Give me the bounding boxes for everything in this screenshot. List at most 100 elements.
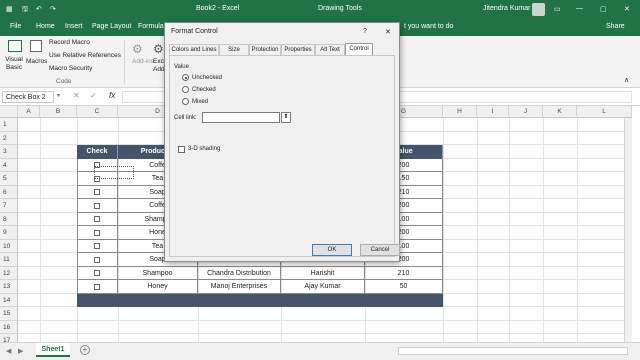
row-header[interactable]: 13 [0, 280, 18, 294]
tab-properties[interactable]: Properties [281, 44, 315, 55]
vertical-scrollbar[interactable] [624, 118, 632, 342]
shading-label[interactable]: 3-D shading [188, 146, 220, 152]
row-header[interactable]: 15 [0, 307, 18, 321]
tab-protection[interactable]: Protection [249, 44, 281, 55]
cancel-button[interactable]: Cancel [360, 244, 400, 256]
restore-icon[interactable]: ▢ [600, 5, 607, 13]
tab-size[interactable]: Size [219, 44, 249, 55]
cell-link-input[interactable] [202, 112, 280, 123]
visual-basic-button[interactable]: Visual Basic [4, 56, 24, 72]
table-cell[interactable]: 210 [365, 266, 443, 280]
row-checkbox[interactable] [94, 202, 100, 209]
tab-control[interactable]: Control [345, 43, 373, 55]
row-header[interactable]: 14 [0, 293, 18, 307]
insert-function-icon[interactable]: fx [109, 91, 115, 100]
ok-button[interactable]: OK [312, 244, 352, 256]
tab-formulas[interactable]: Formulas [138, 23, 167, 30]
undo-icon[interactable]: ↶ [36, 5, 42, 13]
row-header[interactable]: 17 [0, 334, 18, 342]
addins-button[interactable]: Add-ins [132, 58, 154, 65]
row-header[interactable]: 7 [0, 199, 18, 213]
help-icon[interactable]: ? [363, 28, 367, 35]
next-sheet-icon[interactable]: ▶ [18, 347, 23, 355]
prev-sheet-icon[interactable]: ◀ [6, 347, 11, 355]
save-icon[interactable]: 🖫 [22, 5, 28, 16]
cancel-entry-icon[interactable]: ✕ [73, 91, 80, 100]
select-all-corner[interactable] [0, 106, 18, 118]
row-header[interactable]: 5 [0, 172, 18, 186]
column-header[interactable]: B [40, 106, 77, 118]
mixed-label[interactable]: Mixed [192, 99, 208, 105]
horizontal-scrollbar[interactable] [398, 347, 628, 355]
tab-page-layout[interactable]: Page Layout [92, 23, 131, 30]
ribbon-options-icon[interactable]: ▭ [554, 5, 561, 13]
column-header[interactable]: H [443, 106, 477, 118]
relative-references-button[interactable]: Use Relative References [49, 52, 121, 59]
tab-insert[interactable]: Insert [65, 23, 83, 30]
table-cell[interactable]: Shampoo [118, 266, 198, 280]
new-sheet-icon[interactable]: + [80, 345, 90, 355]
tab-colors-and-lines[interactable]: Colors and Lines [169, 44, 219, 55]
row-header[interactable]: 9 [0, 226, 18, 240]
row-checkbox[interactable] [94, 256, 100, 263]
tab-file[interactable]: File [10, 23, 21, 30]
table-header[interactable]: Check [77, 145, 118, 159]
avatar[interactable] [532, 3, 545, 16]
row-header[interactable]: 6 [0, 185, 18, 199]
table-cell[interactable]: Chandra Distribution [198, 266, 281, 280]
column-header[interactable]: C [77, 106, 118, 118]
column-header[interactable]: L [577, 106, 632, 118]
shading-checkbox[interactable] [178, 146, 185, 153]
row-header[interactable]: 8 [0, 212, 18, 226]
excel-addins-button[interactable]: Exc [153, 58, 164, 65]
confirm-entry-icon[interactable]: ✓ [90, 91, 97, 100]
column-header[interactable]: K [543, 106, 577, 118]
collapse-ribbon-icon[interactable]: ∧ [624, 76, 629, 84]
row-checkbox[interactable] [94, 229, 100, 236]
row-header[interactable]: 10 [0, 239, 18, 253]
row-header[interactable]: 11 [0, 253, 18, 267]
column-header[interactable]: J [509, 106, 543, 118]
row-checkbox[interactable] [94, 270, 100, 276]
table-cell[interactable]: Ajay Kumar [281, 280, 365, 294]
redo-icon[interactable]: ↷ [50, 5, 56, 13]
name-box[interactable]: Check Box 2 [2, 91, 54, 103]
column-header[interactable]: I [477, 106, 509, 118]
unchecked-label[interactable]: Unchecked [192, 75, 222, 81]
row-header[interactable]: 3 [0, 145, 18, 159]
checked-radio[interactable] [182, 86, 189, 93]
row-checkbox[interactable] [94, 189, 100, 195]
row-checkbox[interactable] [94, 243, 100, 249]
mixed-radio[interactable] [182, 98, 189, 105]
dialog-close-icon[interactable]: ✕ [385, 28, 391, 36]
column-header[interactable]: A [18, 106, 40, 118]
minimize-icon[interactable]: — [576, 5, 583, 12]
row-header[interactable]: 4 [0, 158, 18, 172]
table-cell[interactable]: Honey [118, 280, 198, 294]
table-cell[interactable]: 50 [365, 280, 443, 294]
macro-security-button[interactable]: Macro Security [49, 65, 92, 72]
row-header[interactable]: 1 [0, 118, 18, 132]
row-header[interactable]: 2 [0, 131, 18, 145]
share-button[interactable]: Share [606, 23, 625, 30]
row-header[interactable]: 16 [0, 320, 18, 334]
row-checkbox[interactable] [94, 216, 100, 222]
table-cell[interactable]: Manoj Enterprises [198, 280, 281, 294]
row-header[interactable]: 12 [0, 266, 18, 280]
checked-label[interactable]: Checked [192, 87, 216, 93]
selected-checkbox-frame[interactable] [94, 166, 134, 179]
tell-me-box[interactable]: t you want to do [404, 23, 453, 30]
user-name[interactable]: Jitendra Kumar [483, 5, 530, 12]
sheet-tab[interactable]: Sheet1 [36, 343, 70, 357]
window-close-icon[interactable]: ✕ [624, 5, 630, 13]
tab-home[interactable]: Home [36, 23, 55, 30]
unchecked-radio[interactable] [182, 74, 189, 81]
chevron-down-icon[interactable]: ▾ [57, 92, 60, 99]
collapse-dialog-icon[interactable]: ⬆ [281, 112, 291, 123]
gear-icon: ⚙ [132, 42, 143, 56]
record-macro-button[interactable]: Record Macro [49, 39, 90, 46]
tab-alt-text[interactable]: Alt Text [315, 44, 345, 55]
macros-button[interactable]: Macros [26, 58, 47, 65]
table-cell[interactable]: Harishit [281, 266, 365, 280]
row-checkbox[interactable] [94, 283, 100, 290]
